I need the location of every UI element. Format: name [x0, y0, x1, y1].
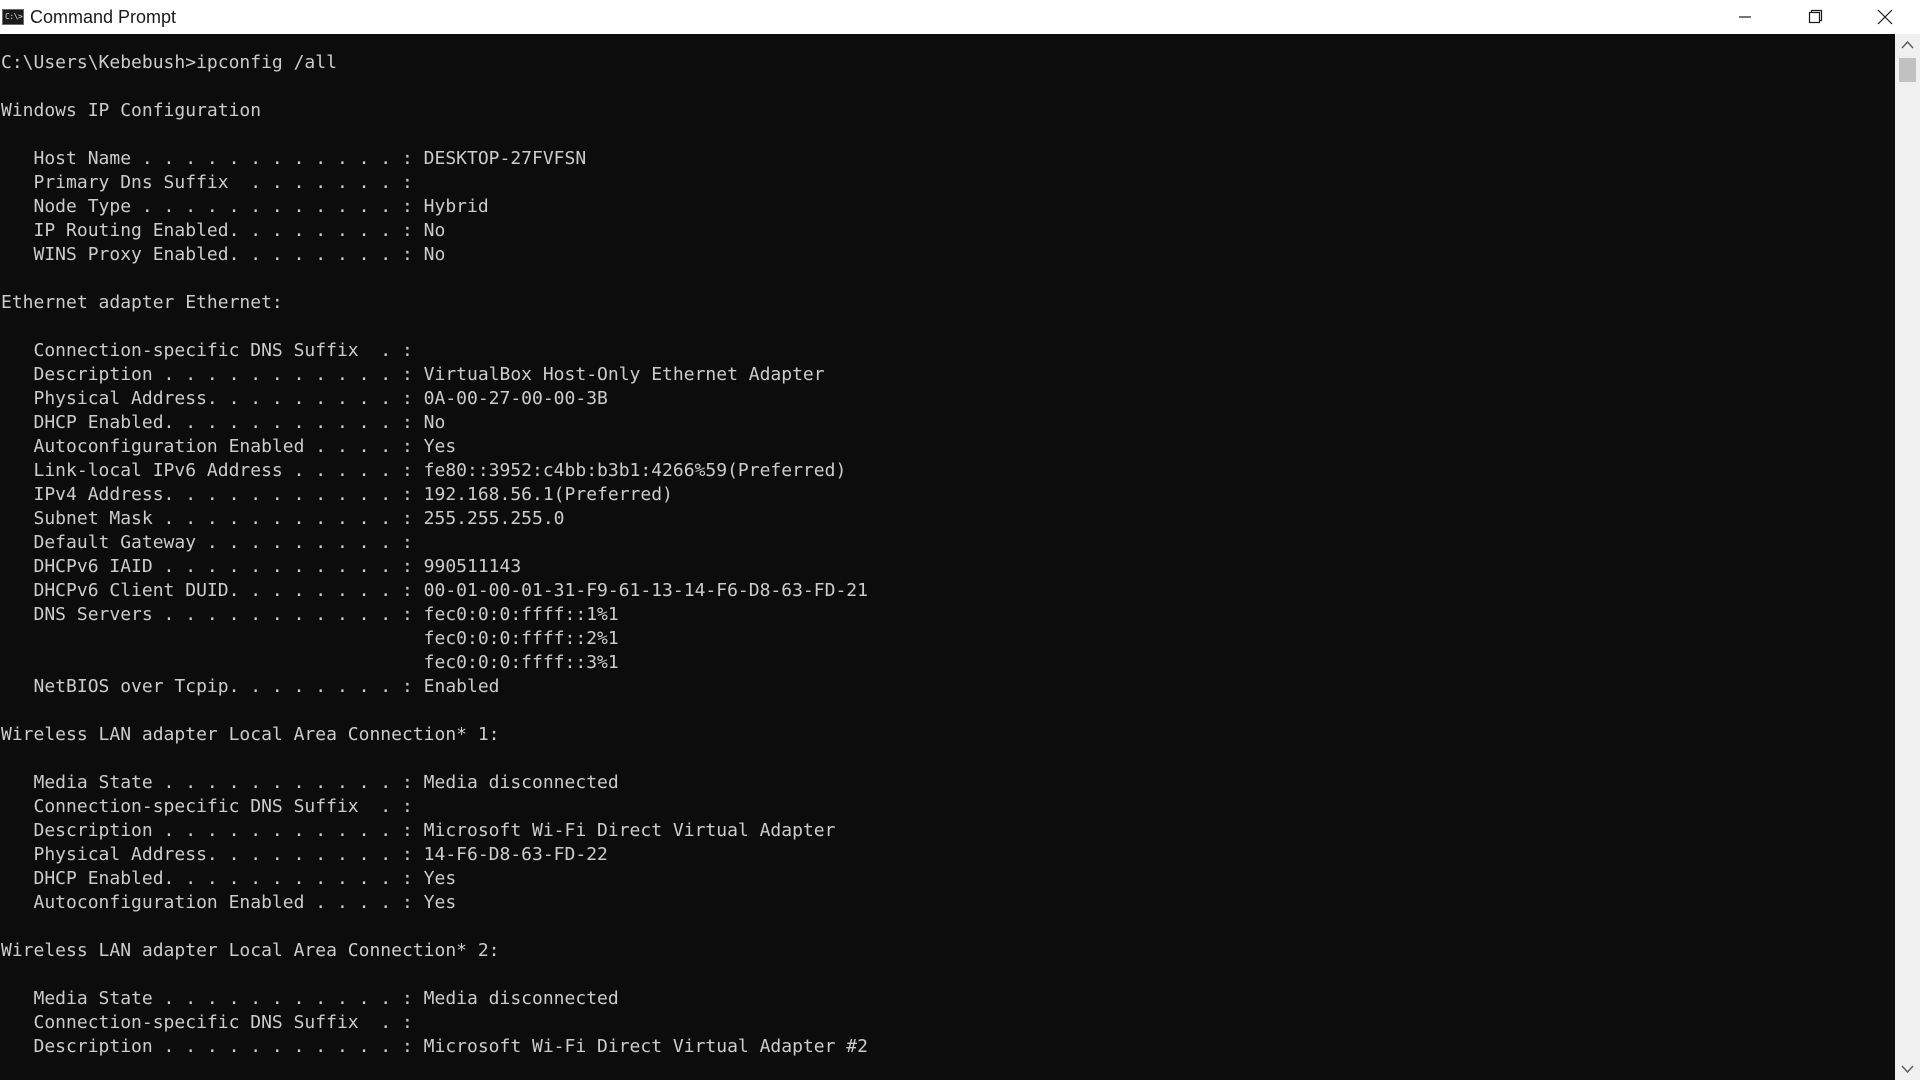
console-output-area[interactable]: C:\Users\Kebebush>ipconfig /all Windows … [0, 34, 1895, 1080]
scrollbar-thumb[interactable] [1899, 58, 1916, 82]
console-line: Media State . . . . . . . . . . . : Medi… [1, 772, 619, 793]
console-line: Description . . . . . . . . . . . : Micr… [1, 1036, 868, 1057]
console-line: fec0:0:0:ffff::2%1 [1, 628, 619, 649]
console-line: WINS Proxy Enabled. . . . . . . . : No [1, 244, 446, 265]
console-line: DHCPv6 Client DUID. . . . . . . . : 00-0… [1, 580, 868, 601]
console-line: Description . . . . . . . . . . . : Virt… [1, 364, 825, 385]
command-prompt-icon-text: C:\> [5, 12, 23, 21]
command-prompt-window: C:\> Command Prompt C:\Users\Kebebush>ip… [0, 0, 1920, 1080]
console-line: fec0:0:0:ffff::3%1 [1, 652, 619, 673]
console-line: Connection-specific DNS Suffix . : [1, 796, 413, 817]
close-icon [1877, 9, 1893, 25]
console-line: Windows IP Configuration [1, 100, 262, 121]
command-prompt-icon[interactable]: C:\> [2, 9, 24, 25]
scroll-up-button[interactable] [1895, 34, 1920, 56]
restore-button[interactable] [1780, 0, 1850, 34]
console-line: Primary Dns Suffix . . . . . . . : [1, 172, 413, 193]
scroll-up-arrow-icon [1901, 40, 1914, 49]
restore-icon [1808, 9, 1823, 24]
console-line: Host Name . . . . . . . . . . . . : DESK… [1, 148, 587, 169]
title-bar[interactable]: C:\> Command Prompt [0, 0, 1920, 34]
console-line: Description . . . . . . . . . . . : Micr… [1, 820, 836, 841]
console-line: DNS Servers . . . . . . . . . . . : fec0… [1, 604, 619, 625]
minimize-icon [1739, 16, 1751, 18]
console-line: Node Type . . . . . . . . . . . . : Hybr… [1, 196, 489, 217]
console-line: Ethernet adapter Ethernet: [1, 292, 283, 313]
console-line: C:\Users\Kebebush>ipconfig /all [1, 52, 337, 73]
console-line: Subnet Mask . . . . . . . . . . . : 255.… [1, 508, 565, 529]
console-line: DHCP Enabled. . . . . . . . . . . : Yes [1, 868, 457, 889]
console-line: Autoconfiguration Enabled . . . . : Yes [1, 436, 457, 457]
console-line: Connection-specific DNS Suffix . : [1, 340, 413, 361]
console-line: Connection-specific DNS Suffix . : [1, 1012, 413, 1033]
console-line: Autoconfiguration Enabled . . . . : Yes [1, 892, 457, 913]
console-line: Physical Address. . . . . . . . . : 0A-0… [1, 388, 608, 409]
scroll-down-arrow-icon [1901, 1065, 1914, 1074]
console-line: Default Gateway . . . . . . . . . : [1, 532, 413, 553]
console-line: Wireless LAN adapter Local Area Connecti… [1, 724, 500, 745]
close-button[interactable] [1850, 0, 1920, 34]
vertical-scrollbar[interactable] [1895, 34, 1920, 1080]
minimize-button[interactable] [1710, 0, 1780, 34]
scroll-down-button[interactable] [1895, 1058, 1920, 1080]
console-line: IP Routing Enabled. . . . . . . . : No [1, 220, 446, 241]
console-line: DHCPv6 IAID . . . . . . . . . . . : 9905… [1, 556, 522, 577]
console-line: IPv4 Address. . . . . . . . . . . : 192.… [1, 484, 673, 505]
console-line: NetBIOS over Tcpip. . . . . . . . : Enab… [1, 676, 500, 697]
console-line: Media State . . . . . . . . . . . : Medi… [1, 988, 619, 1009]
console-line: Physical Address. . . . . . . . . : 14-F… [1, 844, 608, 865]
window-title: Command Prompt [30, 7, 177, 27]
console-line: DHCP Enabled. . . . . . . . . . . : No [1, 412, 446, 433]
console-line: Wireless LAN adapter Local Area Connecti… [1, 940, 500, 961]
console-line: Link-local IPv6 Address . . . . . : fe80… [1, 460, 847, 481]
console-text: C:\Users\Kebebush>ipconfig /all Windows … [0, 34, 1895, 1059]
